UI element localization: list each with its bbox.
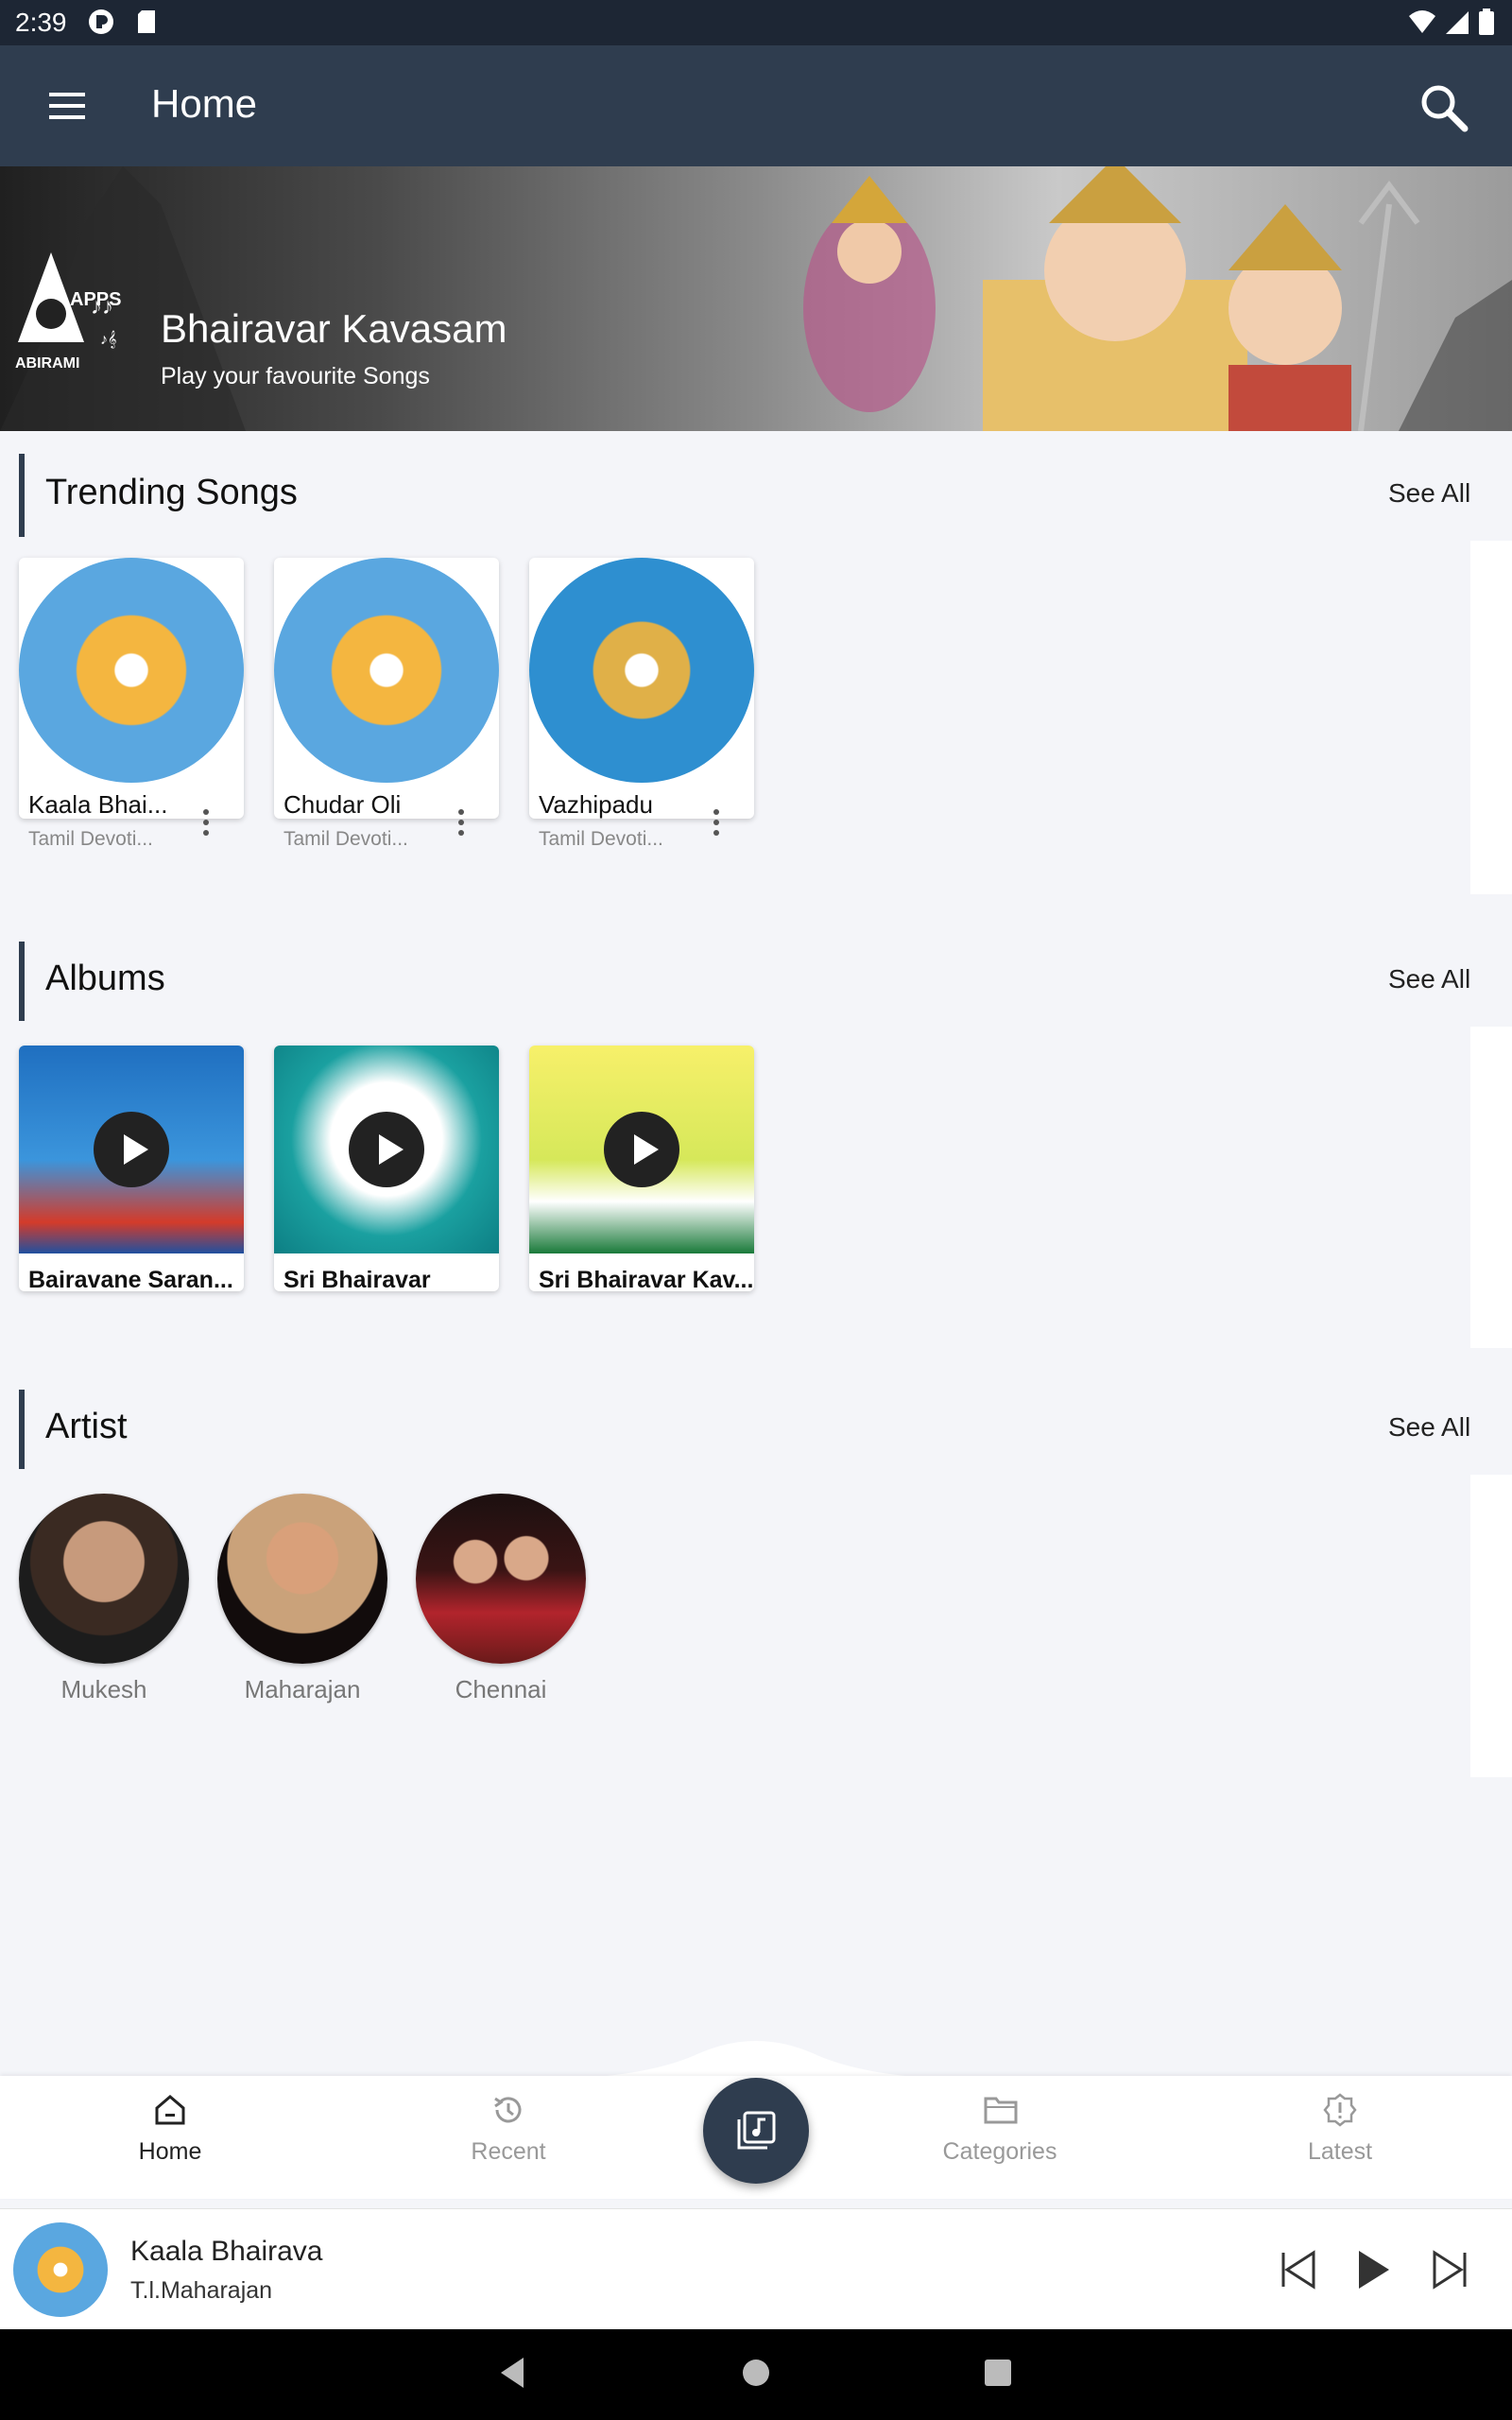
play-icon[interactable] <box>604 1112 679 1187</box>
home-icon <box>155 2095 185 2125</box>
song-card[interactable]: Chudar Oli <box>274 558 499 819</box>
nav-item-categories[interactable]: Categories <box>905 2085 1094 2189</box>
search-icon[interactable] <box>1418 81 1470 134</box>
nav-label: Home <box>138 2138 202 2165</box>
system-navigation-bar <box>0 2329 1512 2420</box>
artist-avatar[interactable] <box>19 1494 189 1664</box>
now-playing-bar[interactable]: Kaala Bhairava T.l.Maharajan <box>0 2208 1512 2330</box>
menu-icon[interactable] <box>49 89 87 123</box>
page-title: Home <box>151 81 258 126</box>
nav-label: Recent <box>471 2138 546 2165</box>
logo-brand-text: ABIRAMI <box>15 355 80 372</box>
music-library-icon <box>737 2111 776 2150</box>
song-title: Kaala Bhai... <box>28 790 168 819</box>
status-bar: 2:39 <box>0 0 1512 45</box>
song-subtitle: Tamil Devoti... <box>28 828 153 850</box>
trending-section: Trending Songs See All Kaala Bhai... Tam… <box>0 431 1512 904</box>
section-title: Artist <box>45 1407 128 1446</box>
section-title: Albums <box>45 959 165 998</box>
album-title: Sri Bhairavar Kav... <box>539 1267 754 1291</box>
nav-label: Latest <box>1307 2138 1373 2165</box>
artist-avatar[interactable] <box>416 1494 586 1664</box>
list-edge <box>1470 1475 1512 1777</box>
back-icon[interactable] <box>495 2354 533 2392</box>
song-artwork <box>529 558 754 783</box>
nav-label: Categories <box>942 2138 1057 2165</box>
more-options-icon[interactable] <box>452 807 471 838</box>
section-accent-bar <box>19 454 25 537</box>
album-title: Bairavane Saran... <box>28 1267 233 1291</box>
list-edge <box>1470 541 1512 894</box>
alert-badge-icon <box>1323 2093 1357 2127</box>
history-icon <box>494 2097 522 2123</box>
play-icon[interactable] <box>349 1112 424 1187</box>
now-playing-artwork <box>13 2222 108 2317</box>
play-pause-icon[interactable] <box>1355 2247 1393 2292</box>
song-title: Chudar Oli <box>284 790 402 819</box>
now-playing-artist: T.l.Maharajan <box>130 2277 273 2304</box>
nav-item-home[interactable]: Home <box>76 2085 265 2189</box>
song-subtitle: Tamil Devoti... <box>284 828 408 850</box>
more-options-icon[interactable] <box>197 807 215 838</box>
see-all-link[interactable]: See All <box>1388 1412 1470 1443</box>
albums-section: Albums See All Bairavane Saran... Sri Bh… <box>0 917 1512 1361</box>
next-icon[interactable] <box>1431 2249 1469 2290</box>
artist-name: Chennai <box>455 1675 547 1703</box>
song-artwork <box>274 558 499 783</box>
music-library-button[interactable] <box>703 2078 809 2184</box>
section-accent-bar <box>19 1390 25 1469</box>
battery-icon <box>1479 9 1494 35</box>
cell-signal-icon <box>1446 11 1469 34</box>
banner-subtitle: Play your favourite Songs <box>161 363 430 389</box>
see-all-link[interactable]: See All <box>1388 478 1470 509</box>
artist-section: Artist See All Mukesh Maharajan Chennai <box>0 1371 1512 1787</box>
app-bar: Home <box>0 45 1512 166</box>
song-artwork <box>19 558 244 783</box>
song-title: Vazhipadu <box>539 790 653 819</box>
list-edge <box>1470 1027 1512 1348</box>
banner-title: Bhairavar Kavasam <box>161 306 507 351</box>
song-card[interactable]: Vazhipadu <box>529 558 754 819</box>
nav-item-latest[interactable]: Latest <box>1246 2085 1435 2189</box>
album-card[interactable]: Bairavane Saran... <box>19 1046 244 1291</box>
banner-artwork <box>0 166 1512 431</box>
album-title: Sri Bhairavar <box>284 1267 431 1291</box>
logo-apps-text: APPS <box>70 289 122 310</box>
home-circle-icon[interactable] <box>739 2356 773 2390</box>
more-options-icon[interactable] <box>707 807 726 838</box>
notification-app-icon <box>89 9 113 34</box>
song-card[interactable]: Kaala Bhai... <box>19 558 244 819</box>
nav-item-recent[interactable]: Recent <box>414 2085 603 2189</box>
folder-icon <box>984 2097 1018 2124</box>
recents-square-icon[interactable] <box>981 2356 1015 2390</box>
artist-name: Mukesh <box>60 1675 147 1703</box>
album-card[interactable]: Sri Bhairavar <box>274 1046 499 1291</box>
play-icon[interactable] <box>94 1112 169 1187</box>
previous-icon[interactable] <box>1280 2249 1317 2290</box>
status-time: 2:39 <box>15 8 67 37</box>
wifi-icon <box>1409 10 1435 33</box>
hero-banner[interactable]: ♪♪ ♪𝄞 APPS ABIRAMI Bhairavar Kavasam Pla… <box>0 166 1512 431</box>
section-accent-bar <box>19 942 25 1021</box>
svg-text:♪𝄞: ♪𝄞 <box>100 331 116 349</box>
sd-card-icon <box>138 10 155 33</box>
see-all-link[interactable]: See All <box>1388 964 1470 994</box>
song-subtitle: Tamil Devoti... <box>539 828 663 850</box>
album-card[interactable]: Sri Bhairavar Kav... <box>529 1046 754 1291</box>
nav-curve <box>529 2041 983 2080</box>
now-playing-title: Kaala Bhairava <box>130 2236 323 2267</box>
artist-name: Maharajan <box>244 1675 361 1703</box>
section-title: Trending Songs <box>45 473 298 512</box>
artist-avatar[interactable] <box>217 1494 387 1664</box>
